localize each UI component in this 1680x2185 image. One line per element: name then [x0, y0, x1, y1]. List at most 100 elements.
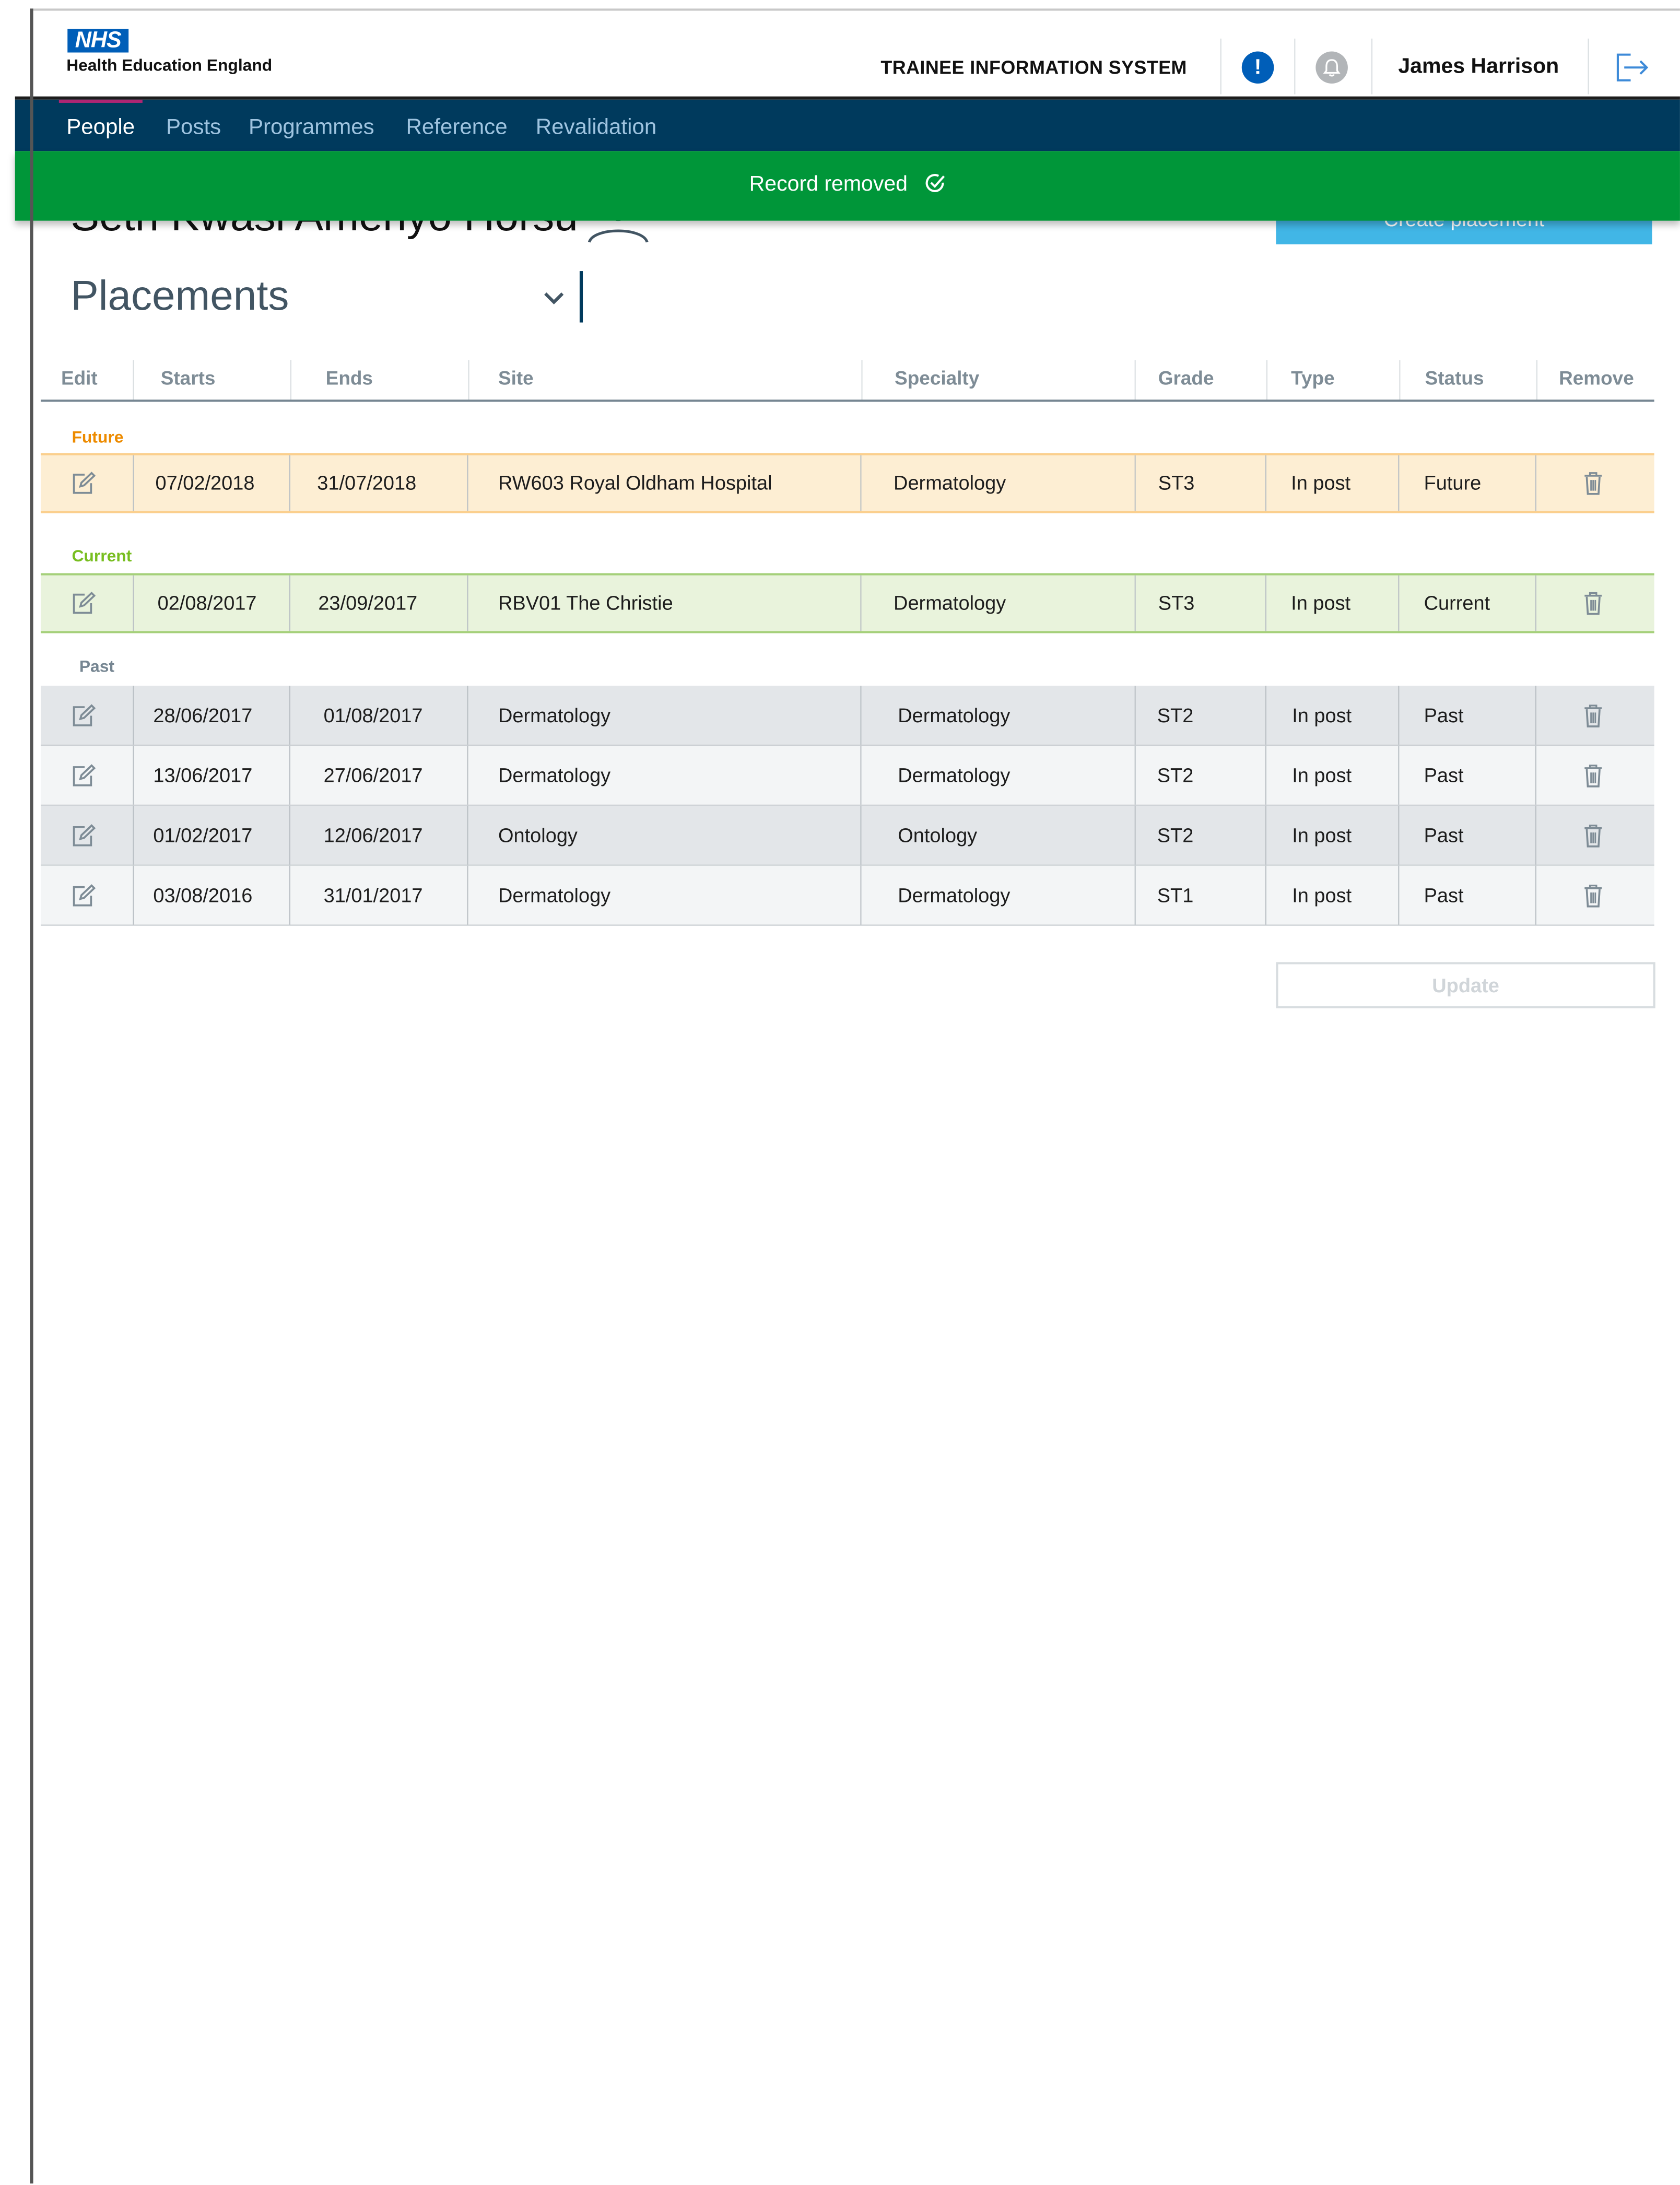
column-divider — [290, 360, 292, 401]
cell-specialty: Dermatology — [898, 883, 1011, 906]
group-label-current: Current — [72, 547, 132, 566]
cell-specialty: Dermatology — [898, 703, 1011, 726]
cell-divider — [860, 865, 862, 925]
bell-icon[interactable] — [1315, 51, 1348, 84]
cell-starts: 01/02/2017 — [153, 823, 253, 846]
nav-item-programmes[interactable]: Programmes — [249, 115, 374, 140]
cell-divider — [1398, 865, 1400, 925]
edit-icon[interactable] — [71, 591, 96, 615]
trash-icon[interactable] — [1583, 824, 1603, 847]
cell-divider — [467, 455, 468, 511]
logout-icon-glyph — [1616, 53, 1649, 81]
cell-divider — [1398, 455, 1400, 511]
cell-divider — [1398, 686, 1400, 745]
edit-icon[interactable] — [71, 472, 96, 495]
org-name: Health Education England — [66, 56, 273, 75]
cell-divider — [1535, 455, 1536, 511]
edit-icon[interactable] — [71, 884, 96, 907]
cell-ends: 23/09/2017 — [318, 591, 418, 614]
cell-specialty: Dermatology — [898, 763, 1011, 786]
cell-divider — [1134, 575, 1136, 631]
cell-type: In post — [1292, 763, 1352, 786]
cell-divider — [467, 686, 468, 745]
column-header-site[interactable]: Site — [498, 368, 534, 390]
cell-divider — [860, 686, 862, 745]
column-header-grade[interactable]: Grade — [1158, 368, 1214, 390]
cell-grade: ST2 — [1157, 823, 1194, 846]
trash-icon[interactable] — [1583, 703, 1603, 727]
cell-grade: ST2 — [1157, 703, 1194, 726]
edit-icon[interactable] — [71, 824, 96, 847]
header-divider — [1294, 38, 1296, 95]
cell-ends: 12/06/2017 — [323, 823, 423, 846]
group-label-past: Past — [79, 657, 115, 676]
cell-starts: 28/06/2017 — [153, 703, 253, 726]
cell-grade: ST2 — [1157, 763, 1194, 786]
column-header-type[interactable]: Type — [1291, 368, 1334, 390]
nav-item-people[interactable]: People — [66, 115, 135, 140]
column-divider — [861, 360, 863, 401]
nhs-logo[interactable]: NHS — [67, 28, 129, 53]
cell-type: In post — [1291, 591, 1351, 614]
table-row: 28/06/2017 01/08/2017 Dermatology Dermatolo… — [40, 686, 1654, 746]
cell-divider — [1265, 686, 1266, 745]
user-name[interactable]: James Harrison — [1398, 55, 1559, 79]
trash-icon[interactable] — [1583, 472, 1603, 495]
logout-icon[interactable] — [1614, 48, 1650, 87]
edit-icon[interactable] — [71, 763, 96, 787]
column-header-specialty[interactable]: Specialty — [895, 368, 979, 390]
column-divider — [1266, 360, 1268, 401]
cell-status: Past — [1424, 703, 1464, 726]
column-header-status[interactable]: Status — [1425, 368, 1484, 390]
cell-divider — [289, 455, 290, 511]
cell-divider — [1398, 805, 1400, 865]
cell-divider — [133, 745, 134, 805]
cell-specialty: Ontology — [898, 823, 978, 846]
chevron-down-icon[interactable] — [541, 287, 567, 309]
update-button[interactable]: Update — [1276, 962, 1655, 1008]
cell-site: Dermatology — [498, 703, 611, 726]
cell-site: RBV01 The Christie — [498, 591, 673, 614]
nav-item-posts[interactable]: Posts — [166, 115, 221, 140]
table-row: 01/02/2017 12/06/2017 Ontology Ontology ST2 I… — [40, 805, 1654, 866]
table-row: 03/08/2016 31/01/2017 Dermatology Dermatolo… — [40, 865, 1654, 926]
cell-divider — [860, 455, 862, 511]
cell-divider — [133, 455, 134, 511]
toast-message: Record removed — [749, 172, 908, 196]
cell-divider — [860, 575, 862, 631]
cell-divider — [467, 745, 468, 805]
cell-divider — [1134, 805, 1136, 865]
cell-divider — [467, 865, 468, 925]
cell-divider — [1535, 745, 1536, 805]
column-header-starts[interactable]: Starts — [161, 368, 216, 390]
cell-divider — [1265, 805, 1266, 865]
cell-divider — [1134, 686, 1136, 745]
cell-divider — [467, 805, 468, 865]
trash-icon[interactable] — [1583, 884, 1603, 907]
trash-icon[interactable] — [1583, 763, 1603, 787]
alert-icon[interactable]: ! — [1241, 51, 1274, 84]
cell-divider — [1134, 745, 1136, 805]
cell-divider — [1535, 686, 1536, 745]
cell-divider — [289, 745, 290, 805]
cell-divider — [133, 865, 134, 925]
cell-divider — [1398, 745, 1400, 805]
column-divider — [1399, 360, 1401, 401]
column-header-ends[interactable]: Ends — [326, 368, 373, 390]
edit-icon[interactable] — [71, 703, 96, 727]
cell-specialty: Dermatology — [894, 591, 1006, 614]
cell-site: Ontology — [498, 823, 578, 846]
app-header: NHS Health Education England TRAINEE INF… — [0, 0, 1680, 100]
cell-status: Past — [1424, 823, 1464, 846]
cell-divider — [289, 865, 290, 925]
cell-type: In post — [1292, 703, 1352, 726]
column-divider — [133, 360, 134, 401]
header-divider — [1371, 38, 1373, 95]
cell-divider — [1265, 865, 1266, 925]
section-title: Placements — [71, 273, 289, 320]
nav-item-revalidation[interactable]: Revalidation — [536, 115, 656, 140]
nav-item-reference[interactable]: Reference — [406, 115, 508, 140]
cell-divider — [1398, 575, 1400, 631]
trash-icon[interactable] — [1583, 591, 1603, 615]
cell-divider — [1535, 805, 1536, 865]
